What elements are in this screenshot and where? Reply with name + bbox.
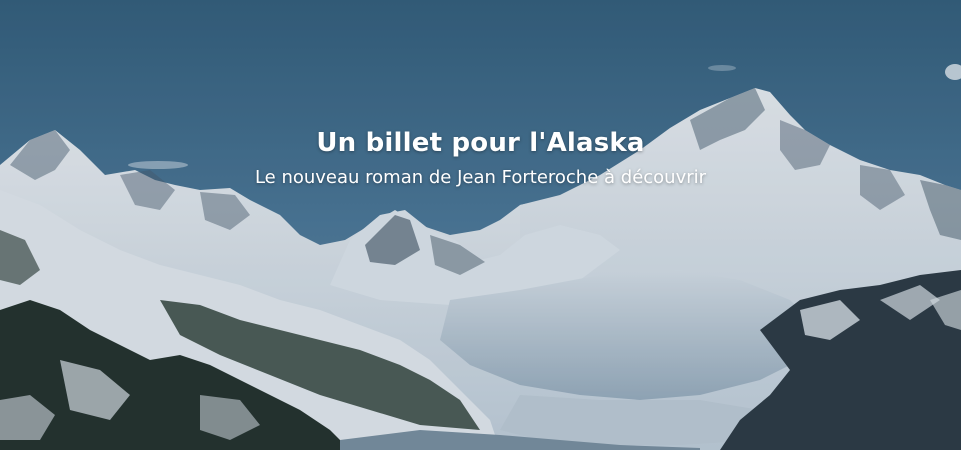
image-overlay [0,0,961,450]
page-subtitle: Le nouveau roman de Jean Forteroche à dé… [254,167,707,188]
hero-text-block: Un billet pour l'Alaska Le nouveau roman… [0,124,961,192]
page-title: Un billet pour l'Alaska [316,128,645,158]
hero-banner: Un billet pour l'Alaska Le nouveau roman… [0,0,961,450]
